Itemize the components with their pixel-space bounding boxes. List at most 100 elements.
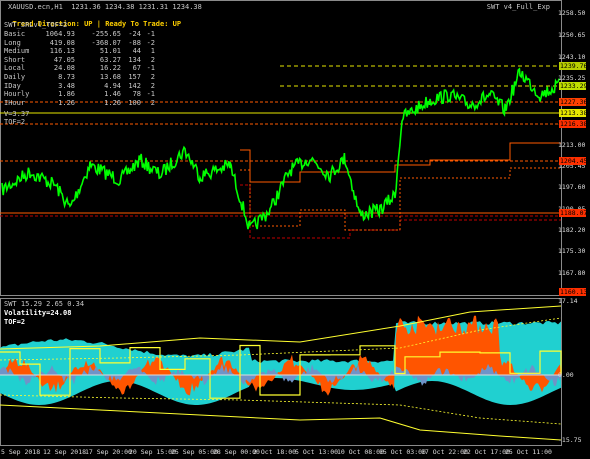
price-tick: 1235.25 <box>558 74 586 82</box>
price-level-badge: 1213.38 <box>559 109 588 117</box>
stats-cell: Long <box>4 38 21 47</box>
stats-row: Hourly 1.86 1.46 78 -1 <box>4 90 155 99</box>
price-tick: 1175.30 <box>558 247 586 255</box>
stats-cell: Local <box>4 64 26 73</box>
stats-cell: -1 <box>146 90 155 99</box>
stats-cell: 1.26 <box>104 98 121 107</box>
stats-cell: 419.08 <box>49 38 75 47</box>
stats-cell: -88 <box>128 38 141 47</box>
time-tick: 5 Oct 13:00 <box>295 448 339 456</box>
stats-cell: 1064.93 <box>45 30 75 38</box>
stats-row: Local 24.08 16.22 67 -1 <box>4 64 155 73</box>
price-level-badge: 1216.38 <box>559 120 588 128</box>
volatility-label: Volatility=24.08 <box>4 309 72 317</box>
swt-oscillator <box>0 315 561 405</box>
stats-cell: 1 <box>150 47 155 56</box>
stats-cell: 142 <box>128 81 141 90</box>
stats-cell: 78 <box>132 90 141 99</box>
stats-cell: 44 <box>132 47 141 56</box>
price-tick: 1197.60 <box>558 183 586 191</box>
stats-row: Long 419.08 -368.07 -88 -2 <box>4 39 155 48</box>
stats-cell: 116.13 <box>49 47 75 56</box>
stats-cell: Medium <box>4 47 30 56</box>
sub-title: SWT 15.29 2.65 0.34 <box>4 300 85 308</box>
price-tick: 1258.50 <box>558 9 586 17</box>
oscillator-tick: -15.75 <box>558 436 582 444</box>
sub-tof-label: TOF=2 <box>4 318 26 326</box>
price-level-badge: 1160.13 <box>559 288 588 296</box>
stats-v: V=3.37 <box>4 110 30 118</box>
stats-cell: 24.08 <box>53 64 75 73</box>
stats-cell: -1 <box>146 64 155 73</box>
oscillator-tick: 0.00 <box>558 371 574 379</box>
stats-cell: 2 <box>150 72 155 81</box>
stats-cell: 2 <box>150 98 155 107</box>
time-tick: 22 Oct 17:00 <box>463 448 510 456</box>
stats-cell: 157 <box>128 72 141 81</box>
price-tick: 1213.00 <box>558 141 586 149</box>
time-tick: 10 Oct 08:00 <box>337 448 384 456</box>
stats-cell: -1 <box>146 30 155 38</box>
price-tick: 1243.10 <box>558 53 586 61</box>
time-tick: 17 Oct 22:00 <box>421 448 468 456</box>
price-tick: 1167.80 <box>558 269 586 277</box>
time-tick: 17 Sep 20:00 <box>85 448 132 456</box>
price-level-badge: 1227.36 <box>559 98 588 106</box>
ready-to-trade-value: UP <box>172 20 182 28</box>
oscillator-tick: 17.14 <box>558 297 578 305</box>
stats-row: Medium 116.13 51.01 44 1 <box>4 47 155 56</box>
indicator-name: SWT_SRLvl_TOF=2 <box>4 21 68 29</box>
stats-cell: -24 <box>128 30 141 38</box>
stats-cell: 13.68 <box>99 72 121 81</box>
stats-cell: 1.46 <box>104 90 121 99</box>
stats-cell: 3.48 <box>58 81 75 90</box>
time-tick: 25 Sep 05:00 <box>171 448 218 456</box>
expert-advisor-label[interactable]: SWT v4_Full_Exp <box>487 3 550 11</box>
symbol-caption: XAUUSD.ecn,H1 1231.36 1234.38 1231.31 12… <box>8 3 202 11</box>
stats-cell: 47.05 <box>53 55 75 64</box>
stats-row: IHour 1.26 1.26 100 2 <box>4 99 155 108</box>
stats-row: Short 47.05 63.27 134 2 <box>4 56 155 65</box>
stats-cell: 1.26 <box>58 98 75 107</box>
trend-direction-value: UP <box>84 20 93 28</box>
stats-cell: 8.73 <box>58 72 75 81</box>
time-tick: 15 Oct 03:00 <box>379 448 426 456</box>
stats-cell: 16.22 <box>99 64 121 73</box>
stats-cell: Daily <box>4 72 26 81</box>
stats-cell: 2 <box>150 81 155 90</box>
stats-tof: TOF=2 <box>4 118 26 126</box>
ready-to-trade-label: Ready To Trade: <box>105 20 169 28</box>
stats-cell: 51.01 <box>99 47 121 56</box>
stats-cell: -2 <box>146 38 155 47</box>
price-level-badge: 1204.45 <box>559 157 588 165</box>
stats-cell: 67 <box>132 64 141 73</box>
stats-cell: -255.65 <box>91 30 121 38</box>
stats-cell: 134 <box>128 55 141 64</box>
stats-cell: Short <box>4 55 26 64</box>
price-level-badge: 1233.29 <box>559 82 588 90</box>
time-tick: 12 Sep 2018 <box>43 448 87 456</box>
stats-cell: 63.27 <box>99 55 121 64</box>
oscillator-cyan-area-low <box>0 375 561 405</box>
stats-cell: 1.86 <box>58 90 75 99</box>
time-tick: 5 Sep 2018 <box>1 448 41 456</box>
lower-band <box>0 404 562 441</box>
stats-cell: IDay <box>4 81 21 90</box>
stats-row: IDay 3.48 4.94 142 2 <box>4 82 155 91</box>
stats-cell: -368.07 <box>91 38 121 47</box>
time-tick: 20 Sep 15:00 <box>129 448 176 456</box>
price-level-badge: 1239.76 <box>559 62 588 70</box>
stats-cell: 4.94 <box>104 81 121 90</box>
time-tick: 25 Oct 11:00 <box>505 448 552 456</box>
price-tick: 1250.65 <box>558 31 586 39</box>
stats-cell: IHour <box>4 98 26 107</box>
stats-row: Daily 8.73 13.68 157 2 <box>4 73 155 82</box>
stats-cell: 2 <box>150 55 155 64</box>
price-tick: 1182.20 <box>558 226 586 234</box>
stats-row: Basic 1064.93 -255.65 -24 -1 <box>4 30 155 39</box>
time-tick: 2 Oct 18:00 <box>253 448 297 456</box>
stats-table: Basic 1064.93 -255.65 -24 -1 Long 419.08 -368.0… <box>4 30 155 107</box>
stats-cell: 100 <box>128 98 141 107</box>
stats-cell: Basic <box>4 30 26 38</box>
stats-cell: Hourly <box>4 90 30 99</box>
